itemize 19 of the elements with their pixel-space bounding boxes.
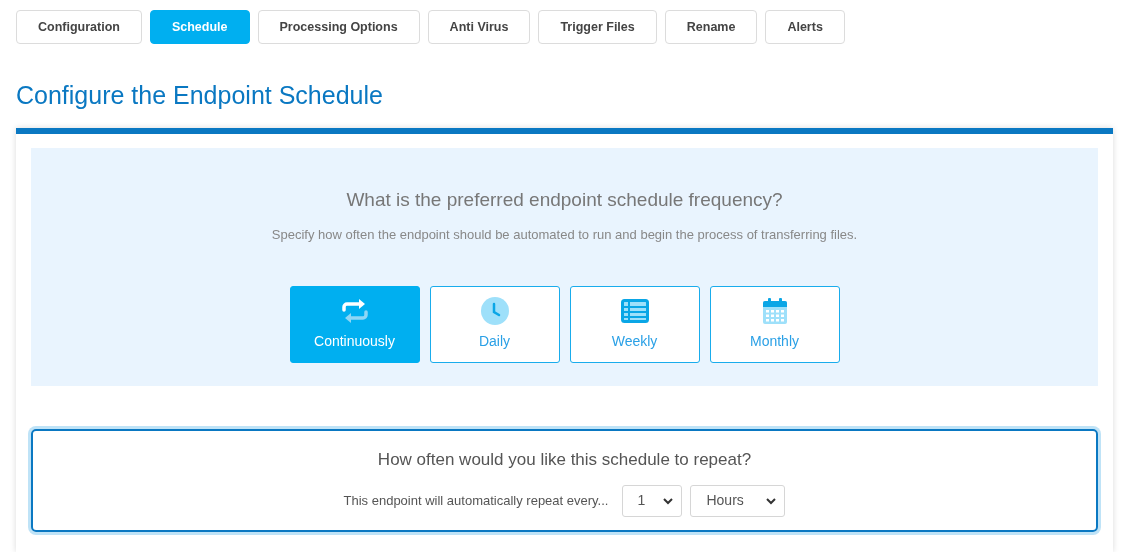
page-heading: Configure the Endpoint Schedule xyxy=(16,80,384,110)
repeat-question: How often would you like this schedule to repeat? xyxy=(377,449,752,471)
repeat-icon xyxy=(340,297,369,325)
calendar-icon xyxy=(760,297,789,325)
clock-icon xyxy=(480,297,509,325)
amount-select[interactable]: 1 xyxy=(622,484,683,517)
unit-select[interactable]: Hours xyxy=(690,484,786,517)
tab[interactable]: Configuration xyxy=(16,10,142,44)
frequency-question: What is the preferred endpoint schedule frequency? xyxy=(346,188,783,212)
chevron-down-icon xyxy=(663,496,674,505)
chevron-down-icon xyxy=(766,496,777,505)
tab[interactable]: Rename xyxy=(664,10,758,44)
tab[interactable]: Processing Options xyxy=(257,10,420,44)
frequency-description: Specify how often the endpoint should be automated to run and begin the process of transferring files. xyxy=(271,225,858,244)
tab[interactable]: Anti Virus xyxy=(427,10,531,44)
repeat-label: This endpoint will automatically repeat every... xyxy=(343,491,609,510)
tab[interactable]: Alerts xyxy=(765,10,845,44)
list-icon xyxy=(620,297,649,325)
tab[interactable]: Trigger Files xyxy=(538,10,657,44)
